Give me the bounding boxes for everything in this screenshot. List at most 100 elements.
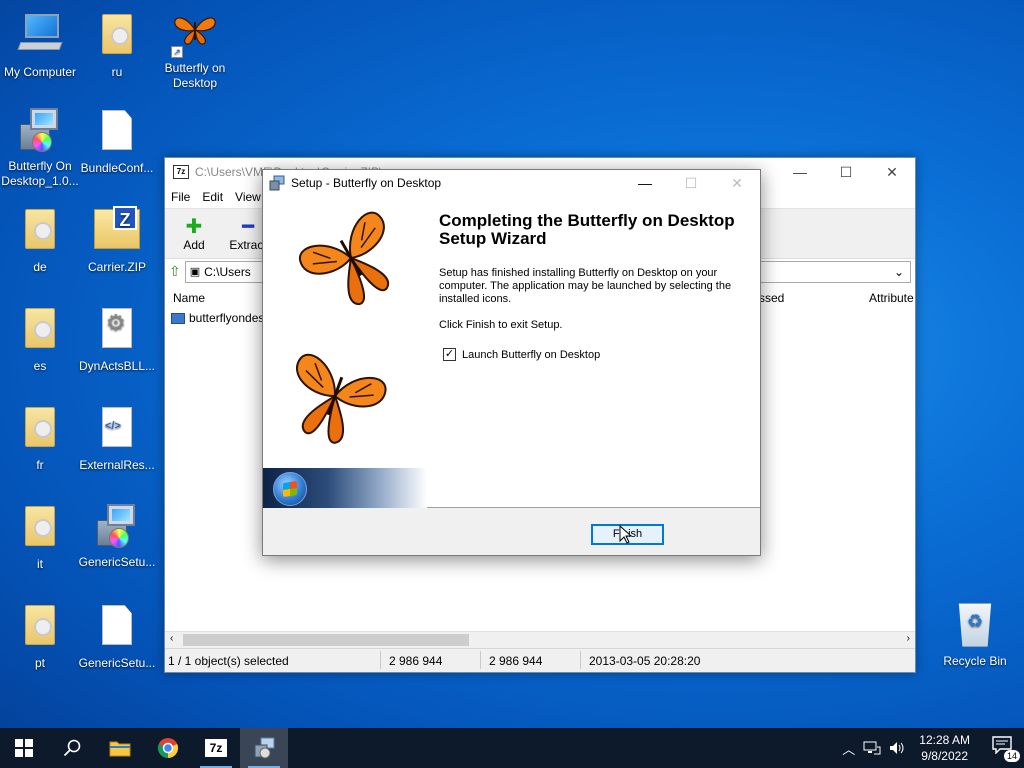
status-packed: 2 986 944 bbox=[489, 654, 543, 668]
desktop-icon-label: Butterfly on Desktop bbox=[164, 61, 226, 90]
desktop-icon-label: ru bbox=[111, 65, 123, 79]
setup-dialog: Setup - Butterfly on Desktop — ☐ ✕ Compl… bbox=[262, 169, 761, 556]
folder-icon bbox=[109, 741, 131, 757]
maximize-button: ☐ bbox=[684, 175, 698, 191]
launch-checkbox[interactable]: ✓ Launch Butterfly on Desktop bbox=[443, 348, 600, 361]
folder-document-icon bbox=[16, 308, 64, 356]
taskbar-clock[interactable]: 12:28 AM 9/8/2022 bbox=[919, 732, 970, 764]
desktop-icon-externalres[interactable]: ExternalRes... bbox=[77, 403, 157, 473]
chevron-down-icon[interactable]: ⌄ bbox=[894, 265, 904, 279]
maximize-button[interactable]: ☐ bbox=[823, 158, 869, 186]
menu-view[interactable]: View bbox=[235, 190, 261, 204]
executable-file-icon bbox=[171, 312, 185, 324]
wizard-body-text: Setup has finished installing Butterfly … bbox=[439, 267, 732, 305]
installer-icon bbox=[93, 504, 141, 552]
menu-edit[interactable]: Edit bbox=[202, 190, 223, 204]
up-folder-icon[interactable]: ⇧ bbox=[169, 263, 181, 280]
desktop-icon-pt[interactable]: pt bbox=[0, 601, 80, 671]
network-icon[interactable] bbox=[863, 741, 881, 755]
wizard-exit-hint: Click Finish to exit Setup. bbox=[439, 319, 563, 331]
chevron-up-icon[interactable]: ︿ bbox=[842, 739, 855, 758]
desktop-icon-fr[interactable]: fr bbox=[0, 403, 80, 473]
desktop-icon-label: GenericSetu... bbox=[78, 656, 156, 670]
desktop-icon-ru[interactable]: ru bbox=[77, 10, 157, 80]
address-text: C:\Users bbox=[204, 264, 251, 279]
blank-document-icon bbox=[93, 605, 141, 653]
status-size: 2 986 944 bbox=[389, 654, 443, 668]
desktop-icon-my-computer[interactable]: My Computer bbox=[0, 10, 80, 80]
desktop-icon-recycle-bin[interactable]: Recycle Bin bbox=[935, 601, 1015, 669]
scrollbar-thumb[interactable] bbox=[183, 634, 469, 646]
desktop-icon-label: DynActsBLL... bbox=[78, 359, 156, 373]
desktop-icon-carrier-zip[interactable]: Z Carrier.ZIP bbox=[77, 205, 157, 275]
desktop-icon-butterfly-installer[interactable]: Butterfly On Desktop_1.0... bbox=[0, 106, 80, 189]
horizontal-scrollbar[interactable]: ‹ › bbox=[165, 631, 915, 648]
recycle-bin-icon bbox=[951, 603, 999, 651]
desktop-icon-label: it bbox=[37, 557, 43, 571]
clock-date: 9/8/2022 bbox=[921, 749, 968, 763]
desktop-icon-label: ExternalRes... bbox=[79, 458, 155, 472]
volume-icon[interactable] bbox=[889, 741, 907, 755]
clock-time: 12:28 AM bbox=[919, 733, 970, 747]
settings-document-icon bbox=[93, 308, 141, 356]
installer-icon bbox=[16, 108, 64, 156]
add-button[interactable]: ✚ Add bbox=[171, 216, 217, 252]
desktop-icon-genericsetup-exe[interactable]: GenericSetu... bbox=[77, 502, 157, 570]
desktop-icon-es[interactable]: es bbox=[0, 304, 80, 374]
file-name: butterflyondes bbox=[189, 311, 265, 325]
desktop-icon-label: Recycle Bin bbox=[943, 654, 1007, 668]
column-packed-size[interactable]: ssed bbox=[759, 291, 784, 305]
folder-document-icon bbox=[93, 14, 141, 62]
desktop-icon-de[interactable]: de bbox=[0, 205, 80, 275]
start-button[interactable] bbox=[0, 728, 48, 768]
folder-document-icon bbox=[16, 407, 64, 455]
butterfly-icon: ↗ bbox=[171, 10, 219, 58]
search-icon bbox=[63, 739, 81, 757]
desktop-icon-label: Butterfly On Desktop_1.0... bbox=[1, 159, 79, 188]
desktop-icon-label: Carrier.ZIP bbox=[87, 260, 146, 274]
taskbar-setup[interactable] bbox=[240, 728, 288, 768]
menu-file[interactable]: File bbox=[171, 190, 190, 204]
status-modified: 2013-03-05 20:28:20 bbox=[589, 654, 701, 668]
scroll-left-icon[interactable]: ‹ bbox=[170, 633, 173, 644]
minimize-button[interactable]: — bbox=[777, 158, 823, 186]
wizard-side-image bbox=[263, 196, 427, 508]
desktop-icon-genericsetup-doc[interactable]: GenericSetu... bbox=[77, 601, 157, 671]
setup-app-icon bbox=[269, 175, 285, 191]
launch-checkbox-label: Launch Butterfly on Desktop bbox=[462, 348, 601, 361]
folder-document-icon bbox=[16, 605, 64, 653]
setup-dialog-title: Setup - Butterfly on Desktop bbox=[291, 176, 442, 190]
file-row[interactable]: butterflyondes bbox=[171, 311, 264, 325]
folder-document-icon bbox=[16, 209, 64, 257]
column-attributes[interactable]: Attribute bbox=[869, 291, 914, 305]
wizard-heading: Completing the Butterfly on Desktop Setu… bbox=[439, 211, 735, 248]
minimize-button[interactable]: — bbox=[622, 170, 668, 196]
desktop-icon-label: My Computer bbox=[3, 65, 77, 79]
taskbar-7zip[interactable]: 7z bbox=[192, 728, 240, 768]
taskbar-chrome[interactable] bbox=[144, 728, 192, 768]
blank-document-icon bbox=[93, 110, 141, 158]
system-tray: ︿ 12:28 AM 9/8/2022 14 bbox=[842, 728, 1024, 768]
taskbar-file-explorer[interactable] bbox=[96, 728, 144, 768]
desktop-icon-butterfly-shortcut[interactable]: ↗ Butterfly on Desktop bbox=[155, 10, 235, 91]
desktop-icon-dynacts[interactable]: DynActsBLL... bbox=[77, 304, 157, 374]
checkmark-icon[interactable]: ✓ bbox=[443, 348, 456, 361]
7zip-icon: 7z bbox=[205, 739, 227, 757]
desktop-icon-bundleconf[interactable]: BundleConf... bbox=[77, 106, 157, 176]
desktop-icon-it[interactable]: it bbox=[0, 502, 80, 572]
html-document-icon bbox=[93, 407, 141, 455]
add-button-label: Add bbox=[183, 237, 205, 252]
scroll-right-icon[interactable]: › bbox=[907, 633, 910, 644]
close-button[interactable]: ✕ bbox=[869, 158, 915, 186]
desktop-icon-label: fr bbox=[36, 458, 44, 472]
column-name[interactable]: Name bbox=[173, 291, 205, 305]
7zip-logo-icon: 7z bbox=[173, 165, 189, 179]
desktop-icon-label: BundleConf... bbox=[80, 161, 154, 175]
desktop-icon-label: de bbox=[33, 260, 47, 274]
archive-icon: ▣ bbox=[189, 266, 201, 278]
status-selected: 1 / 1 object(s) selected bbox=[168, 654, 289, 668]
desktop-icon-label: pt bbox=[34, 656, 45, 670]
notification-button[interactable]: 14 bbox=[992, 736, 1020, 762]
search-button[interactable] bbox=[48, 728, 96, 768]
desktop-icon-label: GenericSetu... bbox=[78, 555, 156, 569]
